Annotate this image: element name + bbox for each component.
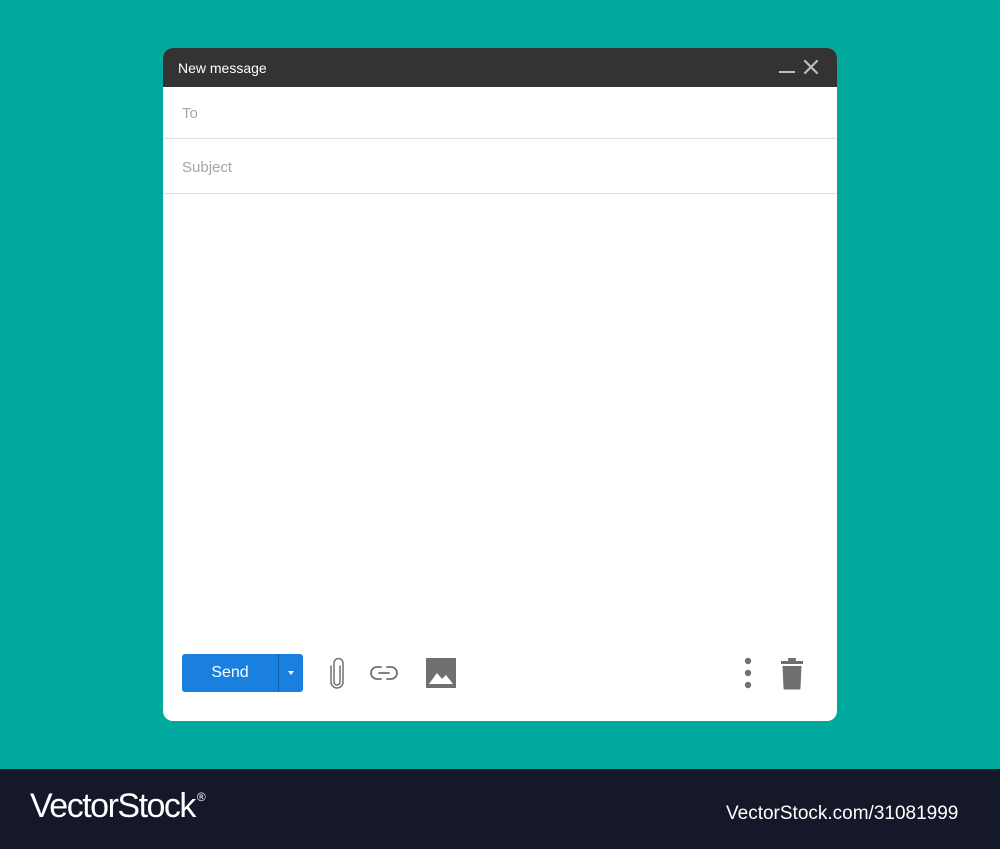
to-field[interactable]	[180, 87, 824, 139]
send-button[interactable]: Send	[182, 654, 278, 692]
subject-row	[163, 140, 837, 194]
compose-window: New message Send	[163, 48, 837, 721]
paperclip-icon[interactable]	[329, 657, 345, 689]
compose-titlebar[interactable]: New message	[163, 48, 837, 87]
link-icon[interactable]	[369, 664, 399, 682]
watermark-footer: VectorStock ® VectorStock.com/31081999	[0, 769, 1000, 849]
to-row	[163, 87, 837, 139]
trash-icon[interactable]	[780, 657, 804, 690]
registered-mark: ®	[196, 790, 206, 804]
window-title: New message	[178, 60, 267, 76]
message-body[interactable]	[180, 200, 824, 644]
stock-id: VectorStock.com/31081999	[726, 803, 959, 824]
brand-name: VectorStock	[30, 787, 196, 825]
image-icon[interactable]	[425, 657, 457, 689]
subject-field[interactable]	[180, 140, 824, 194]
caret-down-icon	[288, 671, 294, 675]
more-vertical-icon[interactable]	[741, 656, 755, 690]
send-button-group: Send	[182, 654, 303, 692]
minimize-icon[interactable]	[778, 58, 796, 76]
brand-logo: VectorStock ®	[30, 787, 206, 826]
send-options-button[interactable]	[279, 654, 303, 692]
close-icon[interactable]	[802, 58, 820, 76]
